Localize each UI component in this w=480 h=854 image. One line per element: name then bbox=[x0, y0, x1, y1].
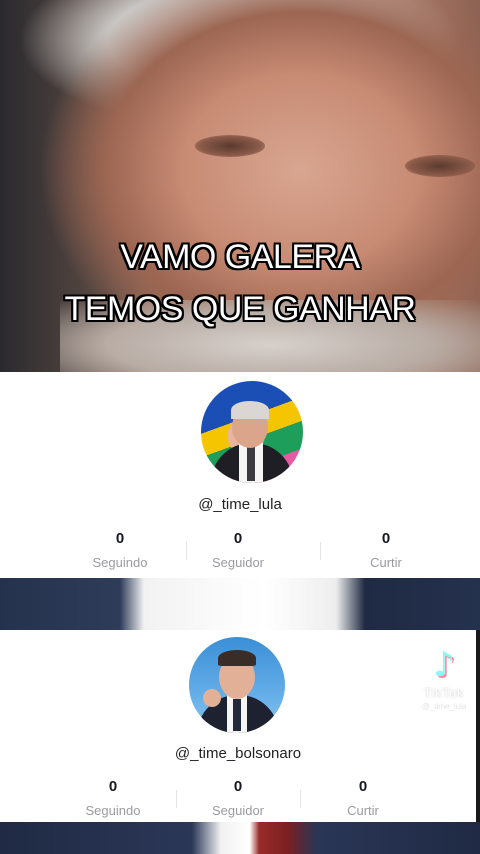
stats-divider bbox=[320, 542, 321, 560]
stat-likes-label: Curtir bbox=[347, 803, 379, 818]
stat-followers-count: 0 bbox=[233, 530, 243, 547]
stat-following[interactable]: 0 Seguindo bbox=[54, 778, 172, 818]
watermark-brand: TikTok bbox=[423, 686, 465, 700]
stat-followers-label: Seguidor bbox=[211, 803, 265, 818]
stat-following-label: Seguindo bbox=[85, 803, 141, 818]
watermark-handle: @_time_lula bbox=[421, 702, 467, 711]
caption-line-1: VAMO GALERA bbox=[120, 238, 360, 276]
stat-followers-count: 0 bbox=[233, 778, 243, 795]
stat-likes[interactable]: 0 Curtir bbox=[304, 778, 422, 818]
profile-username[interactable]: @_time_lula bbox=[0, 496, 480, 513]
avatar-detail bbox=[218, 650, 256, 666]
stat-followers-label: Seguidor bbox=[211, 555, 265, 570]
avatar-detail bbox=[233, 699, 241, 731]
stat-likes[interactable]: 0 Curtir bbox=[326, 530, 446, 570]
stat-following-count: 0 bbox=[115, 530, 125, 547]
stat-followers[interactable]: 0 Seguidor bbox=[192, 530, 284, 570]
avatar-lula[interactable] bbox=[201, 381, 303, 483]
tiktok-icon: ♪ bbox=[433, 645, 455, 685]
avatar-detail bbox=[231, 401, 269, 419]
video-frame-middle bbox=[0, 578, 480, 630]
photo-detail bbox=[195, 135, 265, 157]
stat-likes-count: 0 bbox=[358, 778, 368, 795]
avatar-detail bbox=[247, 447, 255, 481]
stat-likes-count: 0 bbox=[381, 530, 391, 547]
stat-following-label: Seguindo bbox=[92, 555, 148, 570]
avatar-detail bbox=[203, 689, 221, 707]
stats-divider bbox=[300, 790, 301, 808]
stat-likes-label: Curtir bbox=[370, 555, 402, 570]
video-frame-bottom bbox=[0, 822, 480, 854]
avatar-bolsonaro[interactable] bbox=[189, 637, 285, 733]
tiktok-watermark: ♪ TikTok @_time_lula bbox=[412, 648, 476, 728]
stat-followers[interactable]: 0 Seguidor bbox=[190, 778, 286, 818]
stats-divider bbox=[186, 542, 187, 560]
profile-username[interactable]: @_time_bolsonaro bbox=[0, 745, 476, 762]
stat-following-count: 0 bbox=[108, 778, 118, 795]
caption-line-2: TEMOS QUE GANHAR bbox=[64, 290, 416, 328]
photo-detail bbox=[405, 155, 475, 177]
stat-following[interactable]: 0 Seguindo bbox=[60, 530, 180, 570]
stats-divider bbox=[176, 790, 177, 808]
